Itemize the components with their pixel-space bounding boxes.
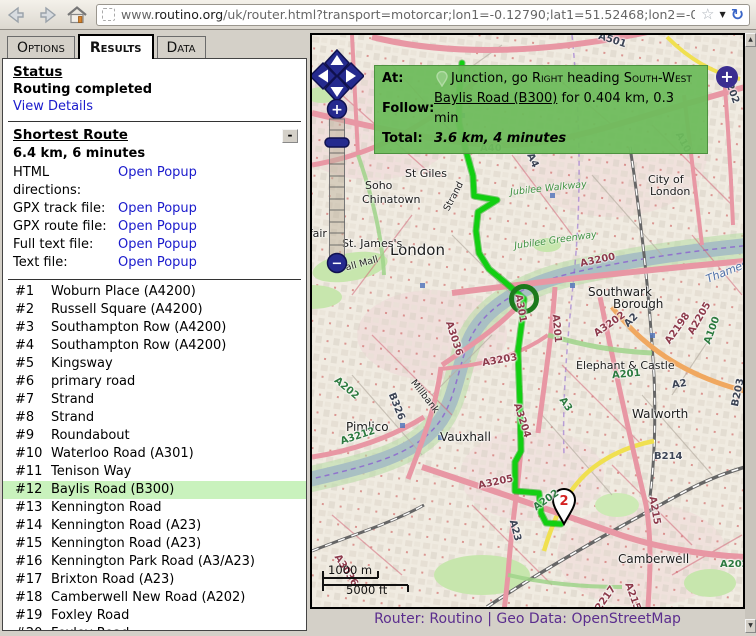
route-step[interactable]: #3Southampton Row (A4200) [3, 319, 306, 337]
routino-link[interactable]: Routino [429, 611, 482, 627]
home-icon[interactable] [66, 6, 88, 24]
waypoint-ghost-icon [436, 71, 448, 87]
browser-toolbar: www.routino.org/uk/router.html?transport… [0, 0, 756, 30]
route-step[interactable]: #11Tenison Way [3, 463, 306, 481]
open-popup-link[interactable]: Open Popup [118, 236, 197, 254]
route-step[interactable]: #9Roundabout [3, 427, 306, 445]
route-step[interactable]: #15Kennington Road (A23) [3, 535, 306, 553]
route-step[interactable]: #4Southampton Row (A4200) [3, 337, 306, 355]
file-row: GPX route file: Open Popup [3, 218, 306, 236]
zoom-out-button: − [328, 254, 347, 273]
tab-options[interactable]: Options [7, 36, 75, 58]
forward-icon[interactable] [36, 6, 58, 24]
route-step[interactable]: #13Kennington Road [3, 499, 306, 517]
results-panel: Status Routing completed View Details Sh… [2, 58, 307, 631]
footer-separator: | [487, 611, 492, 627]
tooltip-total-label: Total: [382, 129, 434, 149]
bookmark-star-icon[interactable]: ☆ [701, 7, 714, 22]
vertical-scrollbar[interactable]: ▲ ▼ [745, 33, 756, 633]
route-tooltip: At: Junction, go Right heading South-Wes… [374, 65, 708, 154]
url-bar[interactable]: www.routino.org/uk/router.html?transport… [96, 4, 750, 26]
tab-results[interactable]: Results [78, 34, 154, 59]
tab-data[interactable]: Data [157, 36, 206, 58]
maximize-map-button[interactable]: + [716, 66, 738, 88]
file-label: Full text file: [13, 236, 118, 254]
attribution-footer: Router: Routino | Geo Data: OpenStreetMa… [310, 611, 745, 627]
route-step[interactable]: #7Strand [3, 391, 306, 409]
tooltip-road-link[interactable]: Baylis Road (B300) [434, 91, 557, 106]
file-row: Text file: Open Popup [3, 254, 306, 272]
scroll-down-icon[interactable]: ▼ [745, 619, 756, 633]
route-step-highlighted[interactable]: #12Baylis Road (B300) [3, 481, 306, 499]
file-label: HTML directions: [13, 164, 118, 200]
zoom-in-button: + [328, 100, 347, 119]
route-step[interactable]: #19Foxley Road [3, 607, 306, 625]
open-popup-link[interactable]: Open Popup [118, 200, 197, 218]
svg-text:+: + [331, 102, 343, 118]
shortest-route-heading: Shortest Route [13, 127, 128, 144]
url-dropdown-icon[interactable]: ▼ [719, 10, 725, 19]
route-summary: 6.4 km, 6 minutes [3, 144, 306, 164]
collapse-button[interactable]: - [282, 129, 298, 143]
file-row: GPX track file: Open Popup [3, 200, 306, 218]
zoom-slider-handle [325, 138, 349, 147]
open-popup-link[interactable]: Open Popup [118, 254, 197, 272]
favicon-placeholder-icon [102, 8, 115, 21]
status-text: Routing completed [13, 81, 296, 98]
reload-icon[interactable]: ↻ [731, 7, 744, 23]
route-steps-list: #1Woburn Place (A4200) #2Russell Square … [3, 283, 306, 631]
openstreetmap-link[interactable]: OpenStreetMap [571, 611, 680, 627]
pan-zoom-control[interactable]: + − [312, 35, 364, 280]
route-step[interactable]: #2Russell Square (A4200) [3, 301, 306, 319]
divider [8, 279, 301, 280]
route-step[interactable]: #5Kingsway [3, 355, 306, 373]
divider [8, 121, 301, 122]
tooltip-total-value: 3.6 km, 4 minutes [434, 129, 566, 149]
file-row: Full text file: Open Popup [3, 236, 306, 254]
back-icon[interactable] [6, 6, 28, 24]
route-step[interactable]: #20Foxley Road [3, 625, 306, 631]
router-label: Router: [374, 611, 425, 627]
file-label: Text file: [13, 254, 118, 272]
route-step[interactable]: #6primary road [3, 373, 306, 391]
route-step[interactable]: #10Waterloo Road (A301) [3, 445, 306, 463]
route-step[interactable]: #14Kennington Road (A23) [3, 517, 306, 535]
route-step[interactable]: #18Camberwell New Road (A202) [3, 589, 306, 607]
tooltip-follow-label: Follow: [382, 99, 434, 119]
geodata-label: Geo Data: [496, 611, 567, 627]
scroll-up-icon[interactable]: ▲ [745, 33, 756, 47]
open-popup-link[interactable]: Open Popup [118, 164, 197, 200]
map-scale-bar: 1000 m 5000 ft [320, 563, 420, 599]
svg-text:−: − [332, 257, 343, 272]
svg-text:2: 2 [559, 494, 568, 509]
tooltip-at-label: At: [382, 69, 434, 89]
zoom-slider [325, 119, 349, 256]
file-row: HTML directions: Open Popup [3, 164, 306, 200]
route-step[interactable]: #8Strand [3, 409, 306, 427]
route-step[interactable]: #17Brixton Road (A23) [3, 571, 306, 589]
routino-app: www.routino.org/uk/router.html?transport… [0, 0, 756, 636]
tooltip-follow-text: Baylis Road (B300) for 0.404 km, 0.3 min [434, 89, 700, 129]
view-details-link[interactable]: View Details [13, 98, 93, 115]
url-text: www.routino.org/uk/router.html?transport… [121, 7, 695, 22]
status-heading: Status [13, 64, 296, 81]
route-step[interactable]: #1Woburn Place (A4200) [3, 283, 306, 301]
tooltip-at-text: Junction, go Right heading South-West [451, 69, 692, 89]
file-label: GPX track file: [13, 200, 118, 218]
tab-strip: Options Results Data [0, 30, 310, 58]
open-popup-link[interactable]: Open Popup [118, 218, 197, 236]
route-step[interactable]: #16Kennington Park Road (A3/A23) [3, 553, 306, 571]
map-viewport[interactable]: 2 London Soho Chinatown St Giles St. Jam… [310, 33, 745, 609]
file-label: GPX route file: [13, 218, 118, 236]
